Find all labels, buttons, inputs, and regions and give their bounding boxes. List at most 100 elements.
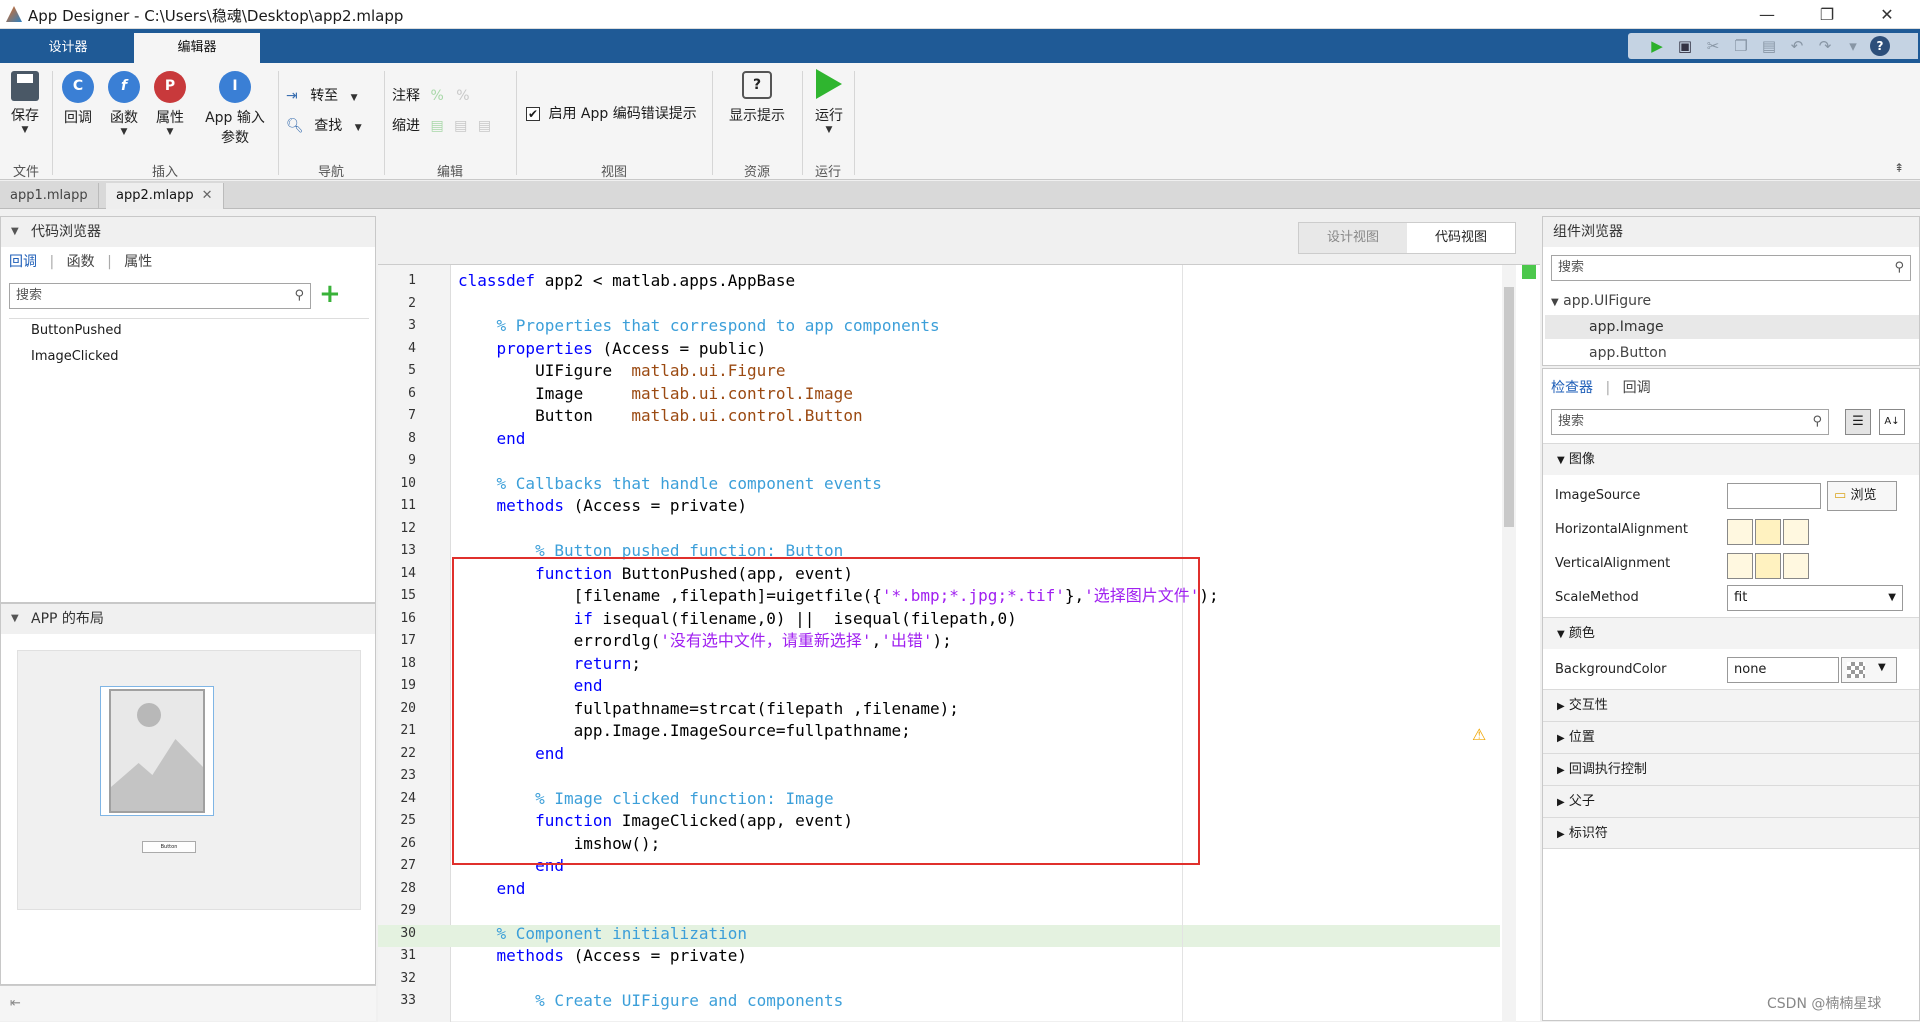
- background-color-input[interactable]: none: [1727, 657, 1839, 683]
- save-quick-icon[interactable]: ▣: [1674, 36, 1696, 56]
- cut-icon[interactable]: ✂: [1702, 36, 1724, 56]
- restore-button[interactable]: ❐: [1804, 0, 1850, 29]
- line-number: 21: [400, 723, 416, 738]
- doc-tab-app2[interactable]: app2.mlapp ✕: [106, 183, 224, 209]
- qat-menu-icon[interactable]: ▾: [1842, 36, 1864, 56]
- group-label-file: 文件: [12, 165, 39, 180]
- list-item[interactable]: ButtonPushed: [31, 323, 122, 338]
- run-button[interactable]: 运行 ▼: [806, 69, 852, 135]
- section-identifier[interactable]: ▶ 标识符: [1543, 817, 1919, 849]
- code-editor[interactable]: 1 2 3 4 5 6 7 8 9 10 11 12 13 14 15 16 17 18 19 20 21 22 23 24 2…: [378, 264, 1540, 1022]
- help-icon[interactable]: ?: [1870, 36, 1890, 56]
- folder-icon: ▭: [1834, 488, 1847, 503]
- align-bottom-icon[interactable]: [1783, 553, 1809, 579]
- collapse-ribbon-icon[interactable]: ⇞: [1894, 161, 1904, 175]
- section-parent-child[interactable]: ▶ 父子: [1543, 785, 1919, 817]
- enable-hint-checkbox-row[interactable]: ✔ 启用 App 编码错误提示: [526, 103, 697, 123]
- inspector-search-input[interactable]: 搜索 ⚲: [1551, 409, 1829, 435]
- expand-triangle-icon: ▶: [1557, 797, 1565, 808]
- section-color[interactable]: ▼ 颜色: [1543, 617, 1919, 649]
- insert-function-button[interactable]: f 函数 ▼: [104, 71, 144, 137]
- transparent-swatch-icon: [1847, 662, 1865, 678]
- align-middle-icon[interactable]: [1755, 553, 1781, 579]
- align-top-icon[interactable]: [1727, 553, 1753, 579]
- find-button[interactable]: 🔍︎ 查找 ▼: [286, 115, 362, 135]
- collapse-triangle-icon[interactable]: ▼: [11, 217, 19, 247]
- scroll-left-icon[interactable]: ⇤: [10, 996, 21, 1011]
- tab-editor[interactable]: 编辑器: [134, 33, 260, 63]
- group-view-icon[interactable]: ☰: [1845, 409, 1871, 435]
- image-component-preview[interactable]: [100, 686, 214, 816]
- align-right-icon[interactable]: [1783, 519, 1809, 545]
- section-label: 父子: [1568, 794, 1595, 809]
- prop-label: ScaleMethod: [1555, 590, 1639, 605]
- enable-hint-checkbox[interactable]: ✔: [526, 107, 540, 121]
- doc-tab-app1[interactable]: app1.mlapp: [0, 183, 99, 209]
- smart-indent-icon[interactable]: ▤: [430, 118, 443, 134]
- run-label: 运行: [815, 108, 843, 124]
- paste-icon[interactable]: ▤: [1758, 36, 1780, 56]
- decrease-indent-icon[interactable]: ▤: [478, 118, 491, 134]
- save-button[interactable]: 保存 ▼: [6, 71, 44, 135]
- insert-property-button[interactable]: P 属性 ▼: [150, 71, 190, 137]
- section-position[interactable]: ▶ 位置: [1543, 721, 1919, 753]
- list-item[interactable]: ImageClicked: [31, 349, 118, 364]
- insert-callback-button[interactable]: C 回调: [58, 71, 98, 127]
- align-left-icon[interactable]: [1727, 519, 1753, 545]
- run-quick-icon[interactable]: ▶: [1646, 36, 1668, 56]
- close-button[interactable]: ✕: [1864, 0, 1910, 29]
- app-input-args-button[interactable]: I App 输入 参数: [200, 71, 270, 147]
- section-callback-exec[interactable]: ▶ 回调执行控制: [1543, 753, 1919, 785]
- tab-functions[interactable]: 函数: [67, 254, 95, 270]
- component-search-input[interactable]: 搜索 ⚲: [1551, 255, 1911, 281]
- color-picker-button[interactable]: ▼: [1841, 657, 1897, 683]
- line-number: 5: [408, 363, 416, 378]
- add-callback-icon[interactable]: +: [319, 281, 341, 307]
- tab-properties[interactable]: 属性: [124, 254, 152, 270]
- tab-callbacks[interactable]: 回调: [1623, 380, 1651, 396]
- scale-method-select[interactable]: fit ▼: [1727, 585, 1903, 611]
- tab-inspector[interactable]: 检查器: [1551, 380, 1593, 396]
- close-icon[interactable]: ✕: [202, 188, 213, 203]
- indent-label: 缩进: [392, 118, 420, 134]
- collapse-triangle-icon[interactable]: ▼: [11, 604, 19, 634]
- tree-item-uifigure[interactable]: ▼ app.UIFigure: [1551, 293, 1651, 309]
- browse-button[interactable]: ▭ 浏览: [1827, 481, 1897, 511]
- sort-az-icon[interactable]: A↓: [1879, 409, 1905, 435]
- minimize-button[interactable]: —: [1744, 0, 1790, 29]
- group-label-resources: 资源: [743, 165, 770, 180]
- line-number: 3: [408, 318, 416, 333]
- component-browser-title: 组件浏览器: [1543, 217, 1919, 247]
- comment-label: 注释: [392, 88, 420, 104]
- scrollbar-thumb[interactable]: [1504, 287, 1514, 527]
- show-tips-button[interactable]: ? 显示提示: [722, 71, 792, 125]
- tree-item-image[interactable]: app.Image: [1589, 319, 1664, 335]
- goto-label: 转至: [310, 88, 339, 104]
- tab-callbacks[interactable]: 回调: [9, 254, 37, 270]
- goto-button[interactable]: ⇥ 转至 ▼: [286, 85, 358, 105]
- highlight-box: [452, 557, 1200, 865]
- uncomment-icon[interactable]: %: [456, 88, 469, 104]
- design-view-button[interactable]: 设计视图: [1299, 223, 1407, 253]
- image-placeholder-icon: [109, 689, 205, 813]
- button-component-preview[interactable]: Button: [142, 841, 196, 853]
- warning-icon[interactable]: ⚠: [1472, 725, 1486, 744]
- copy-icon[interactable]: ❐: [1730, 36, 1752, 56]
- image-source-input[interactable]: [1727, 483, 1821, 509]
- undo-icon[interactable]: ↶: [1786, 36, 1808, 56]
- group-label-insert: 插入: [151, 165, 178, 180]
- section-image[interactable]: ▼ 图像: [1543, 443, 1919, 475]
- align-center-icon[interactable]: [1755, 519, 1781, 545]
- vertical-scrollbar[interactable]: [1502, 265, 1516, 1022]
- comment-icon[interactable]: %: [430, 88, 443, 104]
- prop-label: VerticalAlignment: [1555, 556, 1671, 571]
- line-number: 19: [400, 678, 416, 693]
- tab-designer[interactable]: 设计器: [26, 33, 110, 63]
- increase-indent-icon[interactable]: ▤: [454, 118, 467, 134]
- line-number: 30: [400, 925, 416, 941]
- section-interactivity[interactable]: ▶ 交互性: [1543, 689, 1919, 721]
- tree-item-button[interactable]: app.Button: [1589, 345, 1667, 361]
- redo-icon[interactable]: ↷: [1814, 36, 1836, 56]
- code-browser-search-input[interactable]: 搜索 ⚲: [9, 283, 311, 309]
- code-view-button[interactable]: 代码视图: [1407, 223, 1515, 253]
